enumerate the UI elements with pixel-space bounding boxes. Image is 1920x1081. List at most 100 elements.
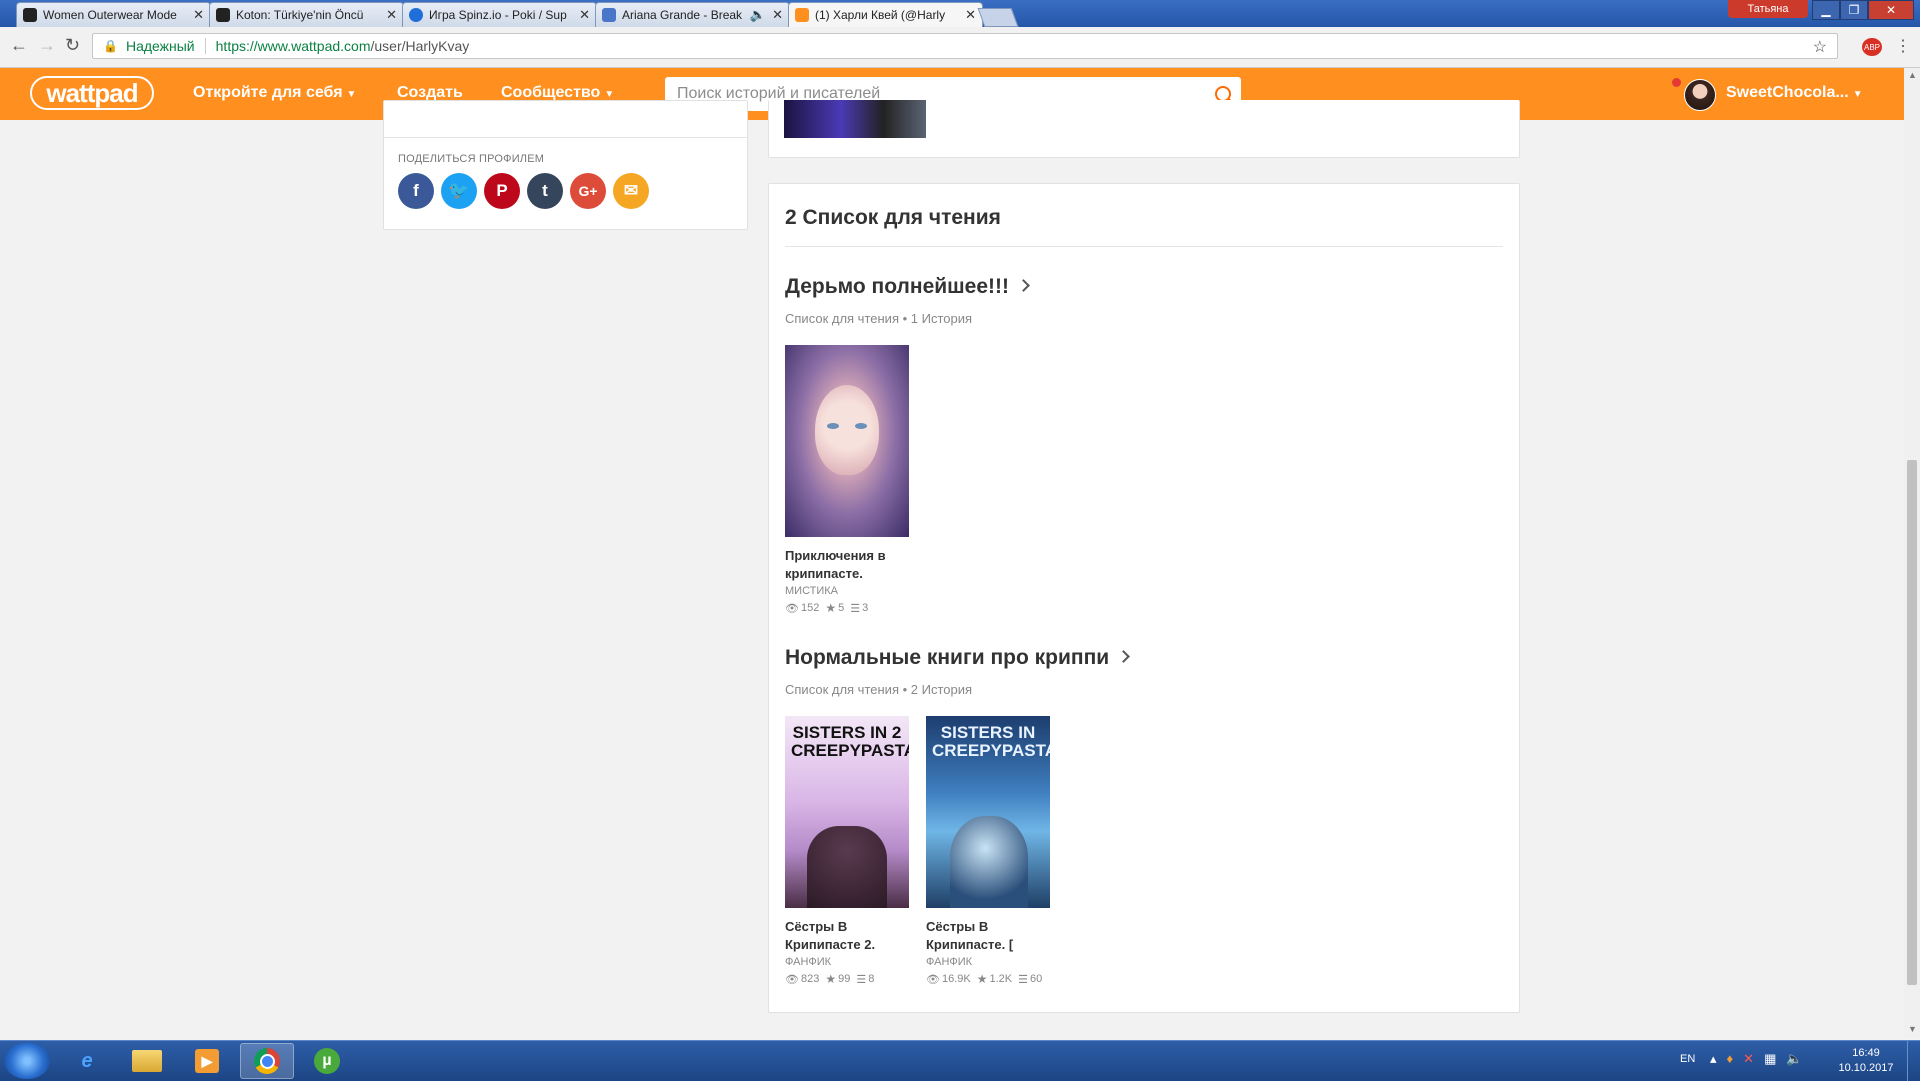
taskbar-clock[interactable]: 16:49 10.10.2017 [1836,1046,1896,1076]
browser-toolbar: ← → ↻ 🔒 Надежный https://www.wattpad.com… [0,27,1920,68]
chevron-down-icon: ▼ [1852,89,1863,100]
close-tab-icon[interactable]: ✕ [965,7,976,23]
reload-icon[interactable]: ↻ [65,35,80,56]
internet-explorer-icon[interactable]: e [60,1043,114,1079]
window-controls: ▁ ❐ ✕ [1812,0,1914,20]
story-title[interactable]: Сёстры В Крипипасте 2. [785,918,909,954]
browser-tab[interactable]: Koton: Türkiye'nin Öncü ✕ [209,2,404,27]
story-item[interactable]: SISTERS IN CREEPYPASTA Сёстры В Крипипас… [926,716,1050,986]
story-title[interactable]: Сёстры В Крипипасте. [ [926,918,1050,954]
star-icon: ★ [976,972,988,986]
story-stats: 👁 16.9K ★ 1.2K ☰ 60 [926,972,1050,986]
star-icon: ★ [825,972,837,986]
close-tab-icon[interactable]: ✕ [386,7,397,23]
show-desktop-button[interactable] [1907,1041,1920,1081]
new-tab-button[interactable] [977,8,1019,27]
restore-icon[interactable]: ❐ [1840,0,1868,20]
story-cover[interactable]: SISTERS IN 2 CREEPYPASTA [785,716,909,908]
extension-icon[interactable]: ABP [1862,38,1882,56]
story-cover[interactable] [785,345,909,537]
tray-app-icon[interactable]: ♦ [1727,1051,1734,1067]
reading-list-title[interactable]: Нормальные книги про криппи [785,646,1131,670]
chevron-down-icon: ▼ [604,89,615,100]
pinterest-share-icon[interactable]: P [484,173,520,209]
bookmark-star-icon[interactable]: ☆ [1813,37,1827,57]
tray-expand-icon[interactable]: ▴ [1710,1051,1717,1067]
story-item[interactable]: Приключения в крипипасте. МИСТИКА 👁 152 ★… [785,345,909,615]
username-label: SweetChocola... [1726,84,1849,101]
story-title-line: крипипасте. [785,566,863,581]
browser-tab[interactable]: Игра Spinz.io - Poki / Sup ✕ [402,2,597,27]
tab-favicon-icon [23,8,37,22]
url-path: /user/HarlyKvay [370,38,470,54]
chevron-right-icon [1017,279,1030,292]
share-profile-label: ПОДЕЛИТЬСЯ ПРОФИЛЕМ [398,153,545,165]
minimize-icon[interactable]: ▁ [1812,0,1840,20]
page-scrollbar[interactable]: ▲ ▼ [1904,68,1920,1038]
reading-list-title-label: Нормальные книги про криппи [785,646,1110,669]
cover-text: SISTERS IN 2 CREEPYPASTA [791,723,909,760]
forward-arrow-icon[interactable]: → [38,35,56,56]
story-genre[interactable]: ФАНФИК [785,956,909,968]
votes-count: 5 [838,602,845,614]
facebook-share-icon[interactable]: f [398,173,434,209]
notification-dot[interactable] [1672,78,1681,87]
user-menu[interactable]: SweetChocola... ▼ [1726,84,1863,102]
story-cover-partial[interactable] [784,100,926,138]
story-title-line: Крипипасте. [ [926,937,1014,952]
scroll-down-icon[interactable]: ▼ [1908,1024,1917,1034]
story-title-line: Крипипасте 2. [785,937,876,952]
views-count: 16.9K [941,973,971,985]
tray-alert-icon[interactable]: ✕ [1743,1051,1754,1067]
tab-title: Women Outerwear Mode [43,8,177,22]
tumblr-share-icon[interactable]: t [527,173,563,209]
address-bar[interactable]: 🔒 Надежный https://www.wattpad.com/user/… [92,33,1838,59]
story-cover[interactable]: SISTERS IN CREEPYPASTA [926,716,1050,908]
media-player-icon[interactable]: ▶ [180,1043,234,1079]
browser-tab[interactable]: Women Outerwear Mode ✕ [16,2,211,27]
tab-favicon-icon [216,8,230,22]
list-icon: ☰ [850,602,861,615]
reading-list-title[interactable]: Дерьмо полнейшее!!! [785,275,1030,299]
user-avatar[interactable] [1684,79,1716,111]
story-genre[interactable]: МИСТИКА [785,585,909,597]
scroll-up-icon[interactable]: ▲ [1908,70,1917,80]
audio-icon[interactable]: 🔈 [750,7,766,23]
parts-count: 3 [862,602,869,614]
views-count: 152 [800,602,820,614]
story-title-line: Приключения в [785,548,886,563]
browser-tab-active[interactable]: (1) Харли Квей (@Harly ✕ [788,2,983,27]
story-title-line: Сёстры В [785,919,848,934]
tab-title: Koton: Türkiye'nin Öncü [236,8,364,22]
utorrent-icon[interactable]: µ [300,1043,354,1079]
volume-icon[interactable]: 🔈 [1786,1051,1802,1067]
language-indicator[interactable]: EN [1680,1053,1695,1065]
url-host: https://www.wattpad.com [215,38,371,54]
story-item[interactable]: SISTERS IN 2 CREEPYPASTA Сёстры В Крипип… [785,716,909,986]
close-tab-icon[interactable]: ✕ [772,7,783,23]
email-share-icon[interactable]: ✉ [613,173,649,209]
story-genre[interactable]: ФАНФИК [926,956,1050,968]
file-explorer-icon[interactable] [120,1043,174,1079]
window-user-badge[interactable]: Татьяна [1728,0,1808,18]
system-tray: ▴ ♦ ✕ ▦ 🔈 [1710,1051,1803,1067]
chrome-icon[interactable] [240,1043,294,1079]
network-icon[interactable]: ▦ [1764,1051,1776,1067]
window-close-icon[interactable]: ✕ [1868,0,1914,20]
chevron-right-icon [1117,650,1131,663]
browser-tab[interactable]: Ariana Grande - Break 🔈 ✕ [595,2,790,27]
story-title[interactable]: Приключения в крипипасте. [785,547,909,583]
parts-count: 60 [1030,973,1043,985]
back-arrow-icon[interactable]: ← [10,35,28,56]
start-button[interactable] [4,1043,50,1079]
story-stats: 👁 823 ★ 99 ☰ 8 [785,972,909,986]
close-tab-icon[interactable]: ✕ [193,7,204,23]
list-icon: ☰ [856,973,867,986]
google-plus-share-icon[interactable]: G+ [570,173,606,209]
twitter-share-icon[interactable]: 🐦 [441,173,477,209]
wattpad-logo[interactable]: wattpad [30,76,154,110]
browser-menu-icon[interactable]: ⋮ [1895,36,1911,56]
scrollbar-thumb[interactable] [1907,460,1917,985]
nav-discover[interactable]: Откройте для себя ▼ [193,84,356,102]
close-tab-icon[interactable]: ✕ [579,7,590,23]
